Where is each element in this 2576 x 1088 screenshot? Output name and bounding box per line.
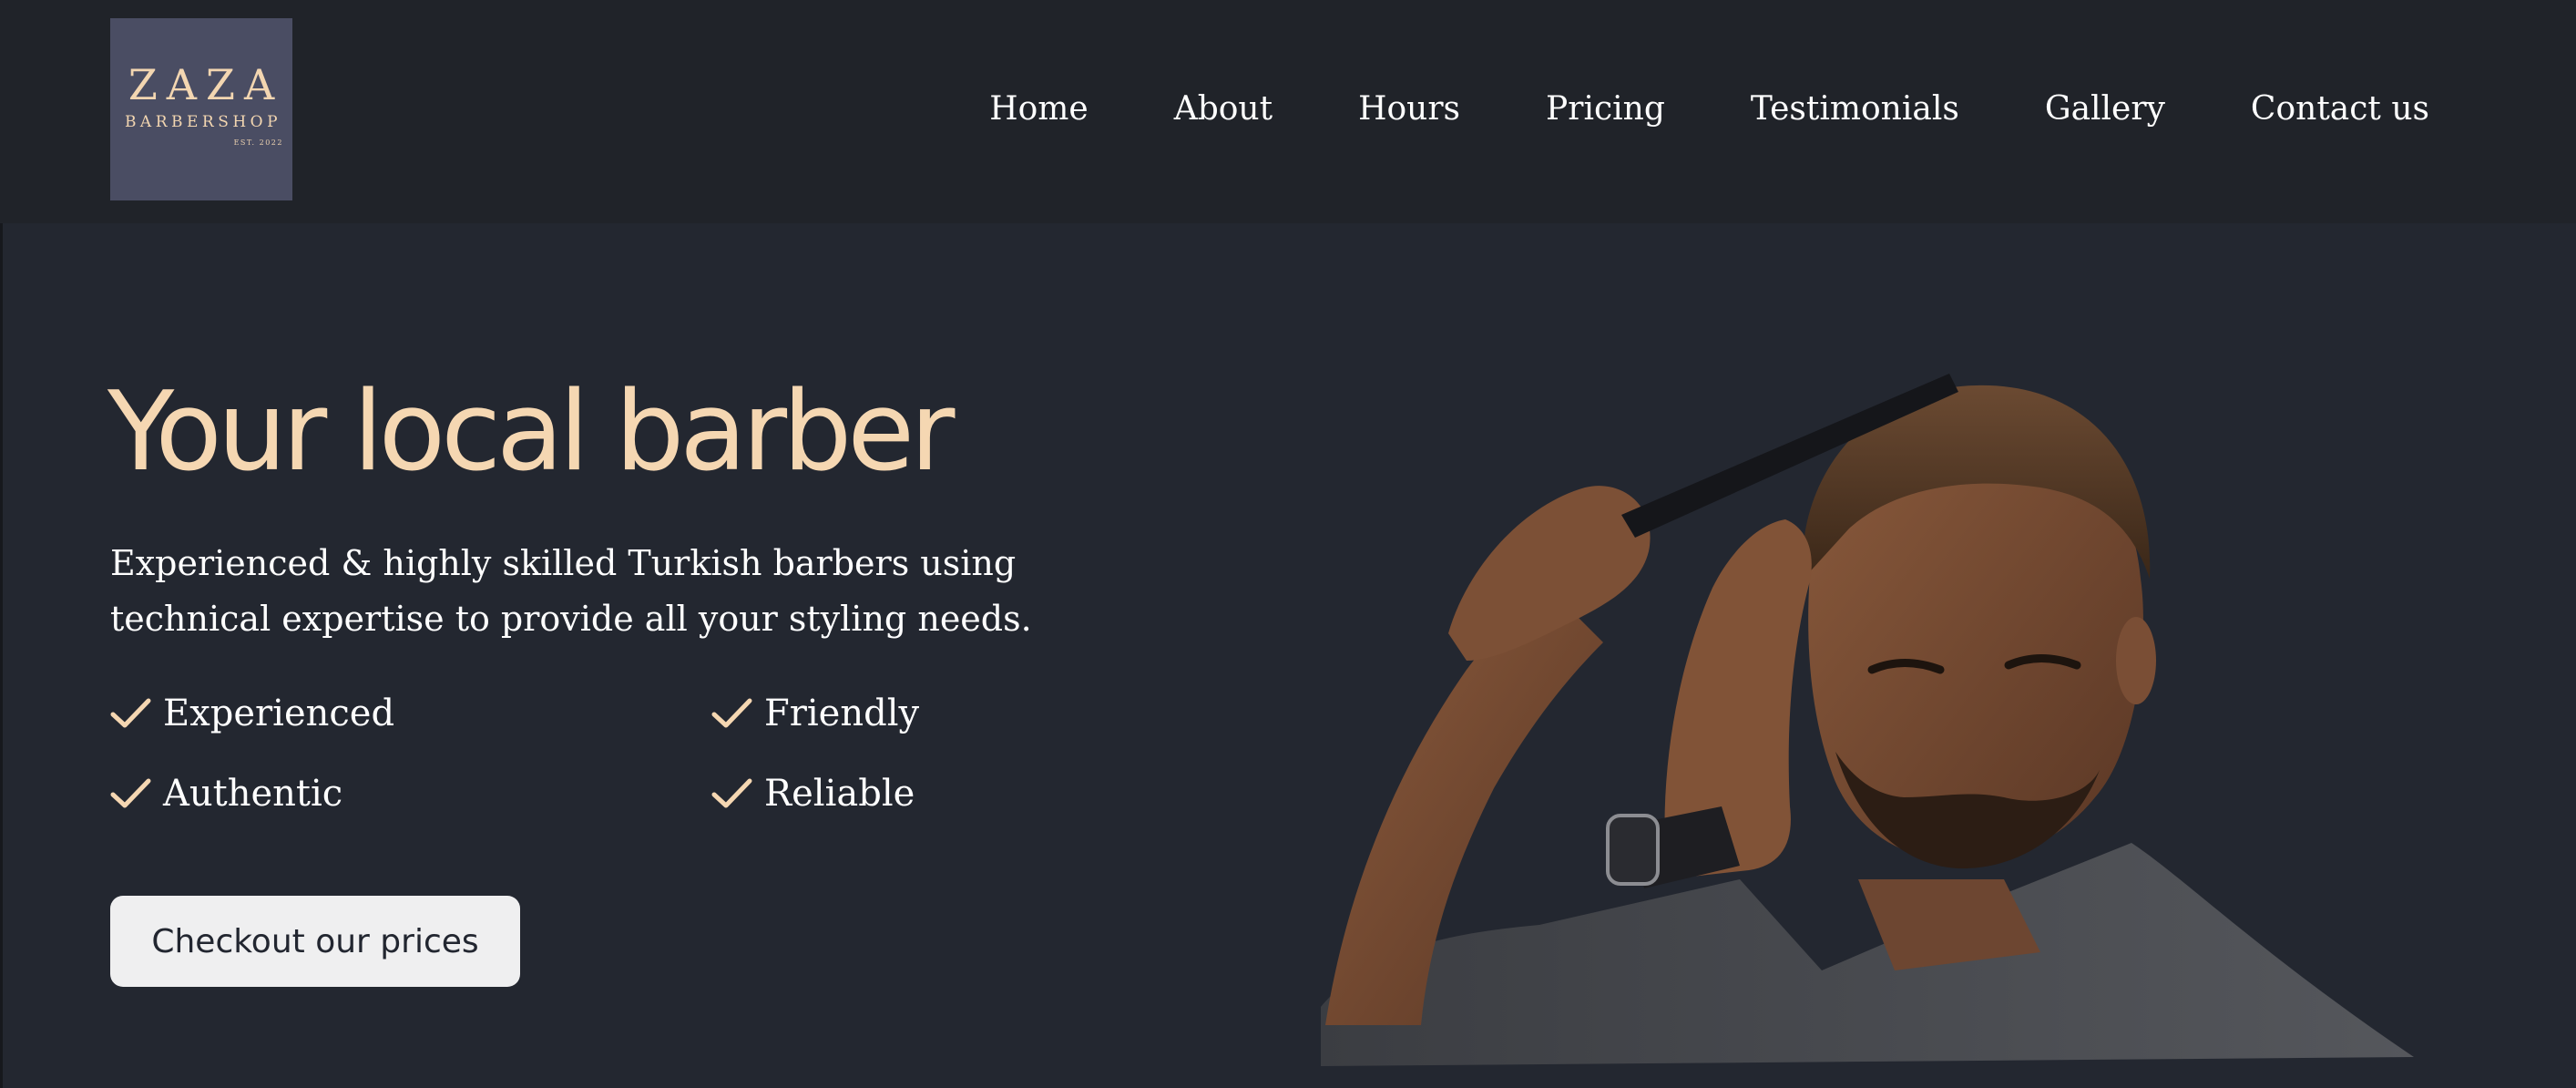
checkout-prices-button[interactable]: Checkout our prices [110, 896, 520, 987]
feature-item: Friendly [711, 682, 919, 745]
feature-label: Friendly [764, 693, 920, 734]
logo-est: EST. 2022 [233, 139, 283, 147]
feature-item: Experienced [110, 682, 394, 745]
nav-item-about[interactable]: About [1174, 82, 1273, 137]
hero-description: Experienced & highly skilled Turkish bar… [110, 543, 1032, 639]
nav-item-home[interactable]: Home [989, 82, 1089, 137]
feature-list: Experienced Friendly Authentic Reliable [110, 682, 1112, 846]
hero-title: Your local barber [107, 369, 955, 496]
feature-label: Authentic [163, 773, 343, 815]
feature-item: Authentic [110, 762, 342, 826]
check-icon [110, 698, 151, 728]
main-nav: Home About Hours Pricing Testimonials Ga… [989, 82, 2429, 137]
feature-label: Reliable [764, 773, 915, 815]
site-header: ZAZA BARBERSHOP EST. 2022 Home About Hou… [0, 0, 2576, 223]
nav-item-testimonials[interactable]: Testimonials [1751, 82, 1959, 137]
logo-subtitle: BARBERSHOP [124, 113, 282, 131]
check-icon [711, 698, 752, 728]
nav-item-hours[interactable]: Hours [1358, 82, 1460, 137]
check-icon [711, 778, 752, 808]
logo-name: ZAZA [128, 60, 284, 109]
feature-label: Experienced [163, 693, 395, 734]
nav-item-gallery[interactable]: Gallery [2045, 82, 2165, 137]
nav-item-contact[interactable]: Contact us [2251, 82, 2429, 137]
check-icon [110, 778, 151, 808]
feature-item: Reliable [711, 762, 915, 826]
nav-item-pricing[interactable]: Pricing [1546, 82, 1665, 137]
hero-photo [1321, 374, 2414, 1066]
logo[interactable]: ZAZA BARBERSHOP EST. 2022 [110, 18, 292, 200]
